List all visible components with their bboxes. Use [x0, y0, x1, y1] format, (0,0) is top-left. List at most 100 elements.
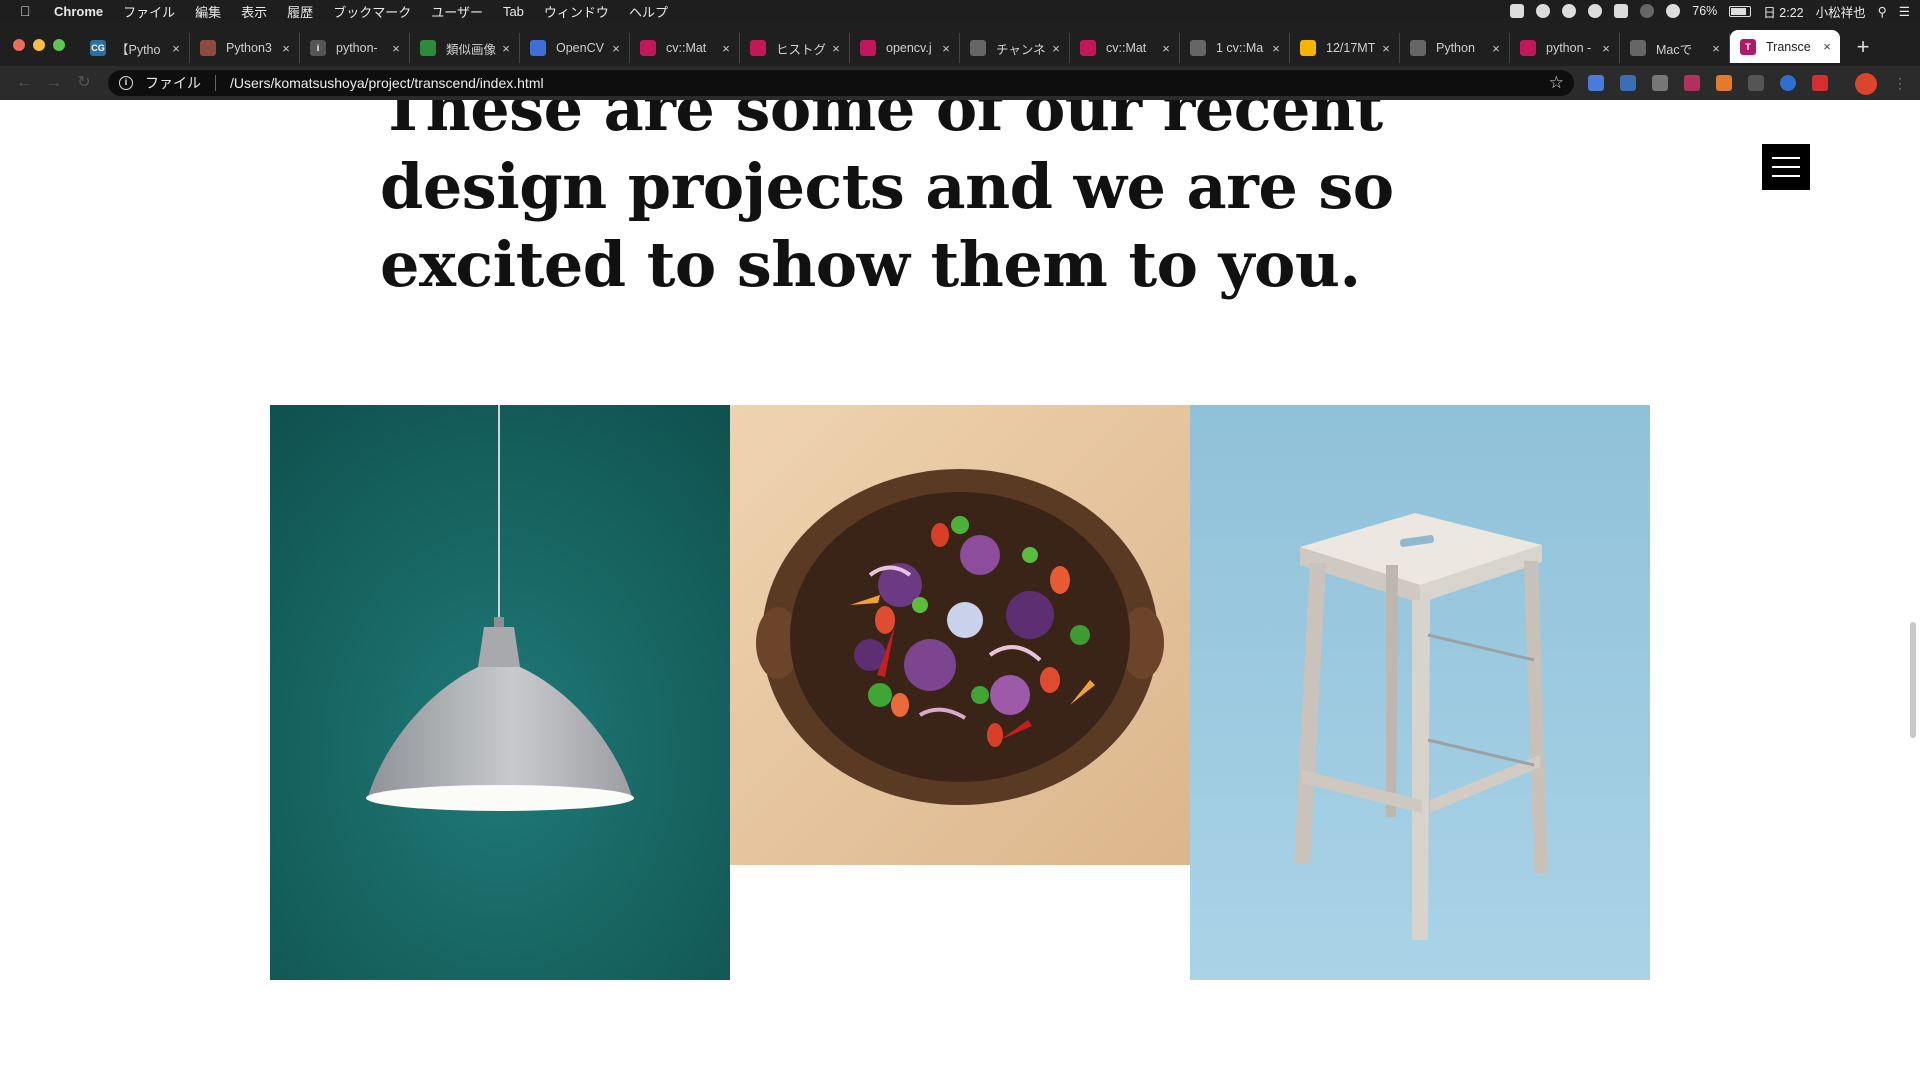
tab-favicon-icon	[640, 40, 656, 56]
new-tab-button[interactable]: +	[1848, 33, 1878, 63]
creative-cloud-icon[interactable]	[1588, 4, 1603, 18]
close-window-button[interactable]	[13, 39, 25, 51]
pendant-lamp-illustration	[270, 405, 730, 980]
tab-title: Transce	[1766, 39, 1811, 54]
tab-close-icon[interactable]: ×	[499, 41, 513, 56]
browser-tab[interactable]: T Transce ×	[1730, 30, 1840, 63]
macos-menubar:  Chrome ファイル 編集 表示 履歴 ブックマーク ユーザー Tab ウ…	[0, 0, 1920, 22]
menu-view[interactable]: 表示	[241, 2, 267, 21]
tab-close-icon[interactable]: ×	[389, 41, 403, 56]
tab-favicon-icon	[420, 40, 436, 56]
selenium-extension-icon[interactable]	[1748, 75, 1764, 91]
browser-tab[interactable]: チャンネ ×	[960, 33, 1070, 63]
browser-tab[interactable]: 12/17MT ×	[1290, 33, 1400, 63]
tab-close-icon[interactable]: ×	[609, 41, 623, 56]
browser-tab[interactable]: cv::Mat ×	[1070, 33, 1180, 63]
maximize-window-button[interactable]	[53, 39, 65, 51]
tab-favicon-icon	[1190, 40, 1206, 56]
tab-close-icon[interactable]: ×	[1269, 41, 1283, 56]
address-bar[interactable]: i ファイル /Users/komatsushoya/project/trans…	[108, 70, 1574, 96]
tab-close-icon[interactable]: ×	[829, 41, 843, 56]
minimize-window-button[interactable]	[33, 39, 45, 51]
spotlight-icon[interactable]: ⚲	[1878, 4, 1887, 19]
dictionary-extension-icon[interactable]	[1620, 75, 1636, 91]
bookmark-star-icon[interactable]: ☆	[1549, 73, 1564, 93]
translate-extension-icon[interactable]	[1588, 75, 1604, 91]
wifi-icon[interactable]	[1666, 4, 1681, 18]
page-viewport: These are some of our recent design proj…	[0, 100, 1920, 1080]
tab-title: Macで	[1656, 42, 1693, 57]
chrome-menu-icon[interactable]: ⋮	[1893, 75, 1907, 92]
salad-bowl-illustration	[730, 405, 1190, 865]
browser-tab[interactable]: Python ×	[1400, 33, 1510, 63]
address-url[interactable]: /Users/komatsushoya/project/transcend/in…	[230, 75, 1549, 91]
menu-bookmarks[interactable]: ブックマーク	[333, 2, 411, 21]
tab-close-icon[interactable]: ×	[1709, 41, 1723, 56]
tab-close-icon[interactable]: ×	[1820, 39, 1834, 54]
page-scrollbar[interactable]	[1910, 622, 1916, 738]
tab-close-icon[interactable]: ×	[1489, 41, 1503, 56]
gallery-image-lamp[interactable]	[270, 405, 730, 980]
tab-close-icon[interactable]: ×	[1379, 41, 1393, 56]
page-heading: These are some of our recent design proj…	[380, 100, 1394, 301]
tab-title: python-	[336, 41, 378, 55]
bluetooth-icon[interactable]	[1640, 4, 1655, 18]
tab-close-icon[interactable]: ×	[169, 41, 183, 56]
tab-title: Python3	[226, 41, 272, 55]
tab-close-icon[interactable]: ×	[939, 41, 953, 56]
evernote-icon[interactable]	[1562, 4, 1577, 18]
tab-title: opencv.j	[886, 41, 932, 55]
menu-history[interactable]: 履歴	[287, 2, 313, 21]
site-info-icon[interactable]: i	[119, 76, 133, 90]
tab-title: cv::Mat	[666, 41, 707, 55]
tab-close-icon[interactable]: ×	[1049, 41, 1063, 56]
menu-app-name[interactable]: Chrome	[54, 4, 103, 19]
browser-tab[interactable]: 類似画像 ×	[410, 33, 520, 63]
reload-icon[interactable]: ↻	[74, 73, 94, 93]
menu-file[interactable]: ファイル	[123, 2, 175, 21]
menu-window[interactable]: ウィンドウ	[544, 2, 609, 21]
record-icon[interactable]	[1510, 4, 1525, 18]
browser-tab[interactable]: opencv.j ×	[850, 33, 960, 63]
back-arrow-icon[interactable]: ←	[14, 73, 34, 93]
battery-icon[interactable]	[1729, 5, 1752, 17]
browser-tab[interactable]: OpenCV ×	[520, 33, 630, 63]
browser-tab[interactable]: 1 cv::Ma ×	[1180, 33, 1290, 63]
wooden-stool-illustration	[1190, 405, 1650, 980]
chrome-extension-icon[interactable]	[1780, 75, 1796, 91]
browser-tab[interactable]: Macで ×	[1620, 33, 1730, 63]
tab-favicon-icon: CG	[90, 40, 106, 56]
gallery-image-stool[interactable]	[1190, 405, 1650, 980]
browser-tab[interactable]: cv::Mat ×	[630, 33, 740, 63]
metamask-extension-icon[interactable]	[1716, 75, 1732, 91]
tab-close-icon[interactable]: ×	[1159, 41, 1173, 56]
apple-menu-icon[interactable]: 	[20, 3, 38, 19]
tab-close-icon[interactable]: ×	[1599, 41, 1613, 56]
menubar-clock[interactable]: 日 2:22	[1763, 2, 1803, 21]
browser-tab[interactable]: Python3 ×	[190, 33, 300, 63]
menubar-user-name[interactable]: 小松祥也	[1816, 2, 1866, 21]
notification-center-icon[interactable]: ☰	[1899, 4, 1910, 19]
browser-tab[interactable]: ヒストグ ×	[740, 33, 850, 63]
browser-toolbar: ← → ↻ i ファイル /Users/komatsushoya/project…	[0, 66, 1920, 100]
profile-avatar[interactable]	[1855, 73, 1877, 95]
browser-tab[interactable]: CG 【Pytho ×	[80, 33, 190, 63]
hamburger-menu-button[interactable]	[1762, 144, 1810, 190]
gallery-image-salad[interactable]	[730, 405, 1190, 865]
browser-tab[interactable]: python - ×	[1510, 33, 1620, 63]
browser-tab[interactable]: i python- ×	[300, 33, 410, 63]
youtube-extension-icon[interactable]	[1812, 75, 1828, 91]
grammarly-icon[interactable]	[1536, 4, 1551, 18]
menu-tab[interactable]: Tab	[503, 4, 524, 19]
off-extension-icon[interactable]	[1684, 75, 1700, 91]
forward-arrow-icon[interactable]: →	[44, 73, 64, 93]
menu-help[interactable]: ヘルプ	[629, 2, 668, 21]
menu-user[interactable]: ユーザー	[431, 2, 483, 21]
camera-extension-icon[interactable]	[1652, 75, 1668, 91]
tab-favicon-icon	[1080, 40, 1096, 56]
menu-edit[interactable]: 編集	[195, 2, 221, 21]
hamburger-line	[1772, 175, 1800, 177]
input-method-icon[interactable]	[1614, 4, 1629, 18]
tab-close-icon[interactable]: ×	[719, 41, 733, 56]
tab-close-icon[interactable]: ×	[279, 41, 293, 56]
